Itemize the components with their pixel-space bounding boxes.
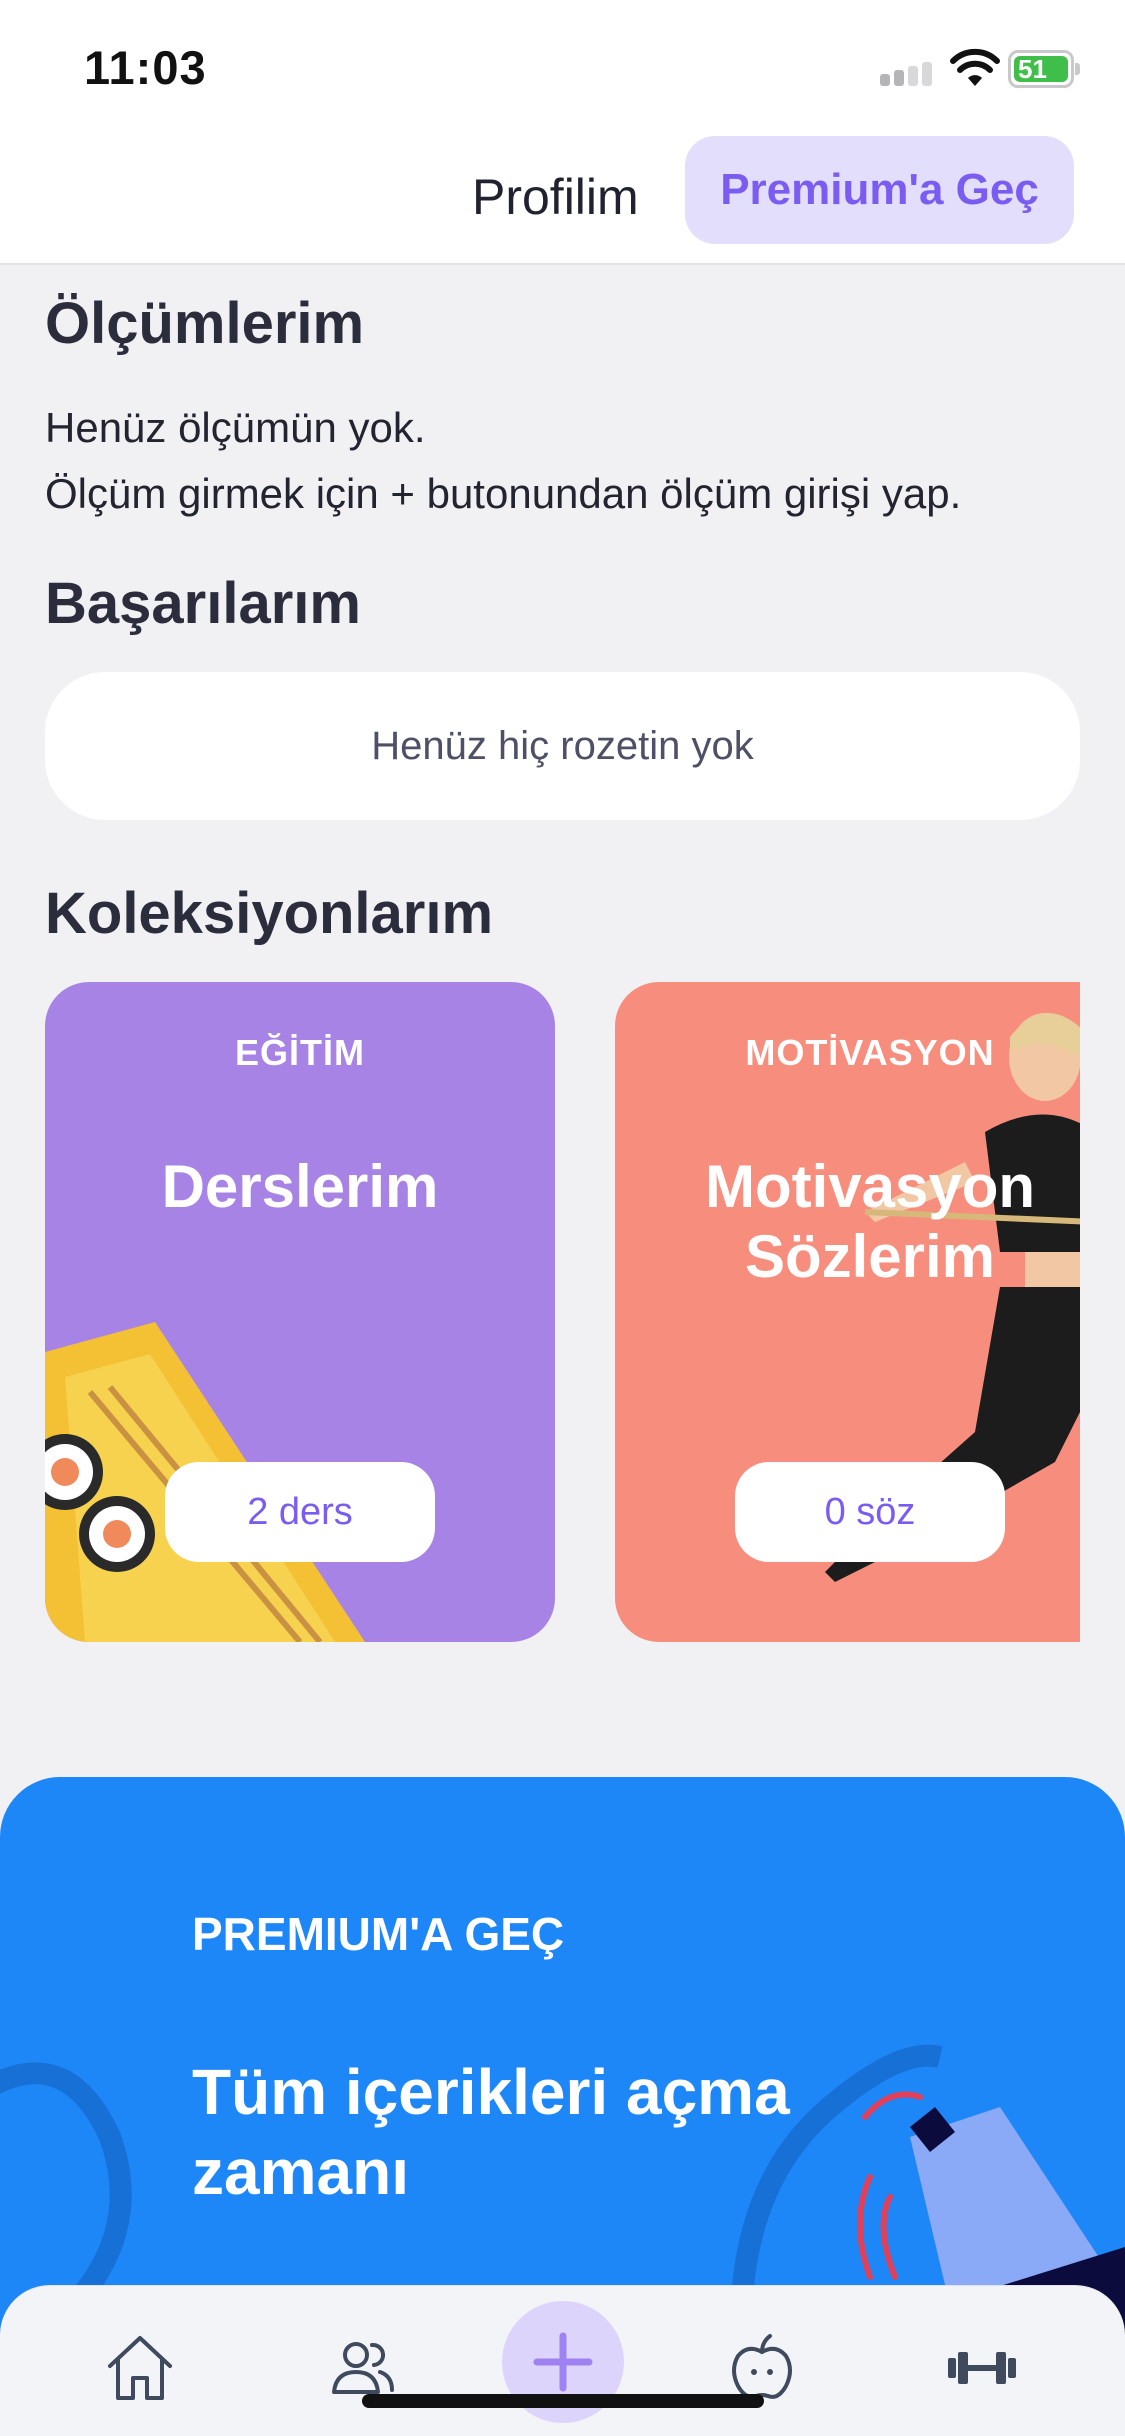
battery-level: 51 <box>1014 56 1068 82</box>
achievements-heading: Başarılarım <box>45 571 361 636</box>
collections-heading: Koleksiyonlarım <box>45 881 494 946</box>
measurements-line-1: Henüz ölçümün yok. <box>45 404 426 451</box>
collection-title: Motivasyon Sözlerim <box>704 1153 1036 1290</box>
collections-carousel[interactable]: EĞİTİM Derslerim 2 ders MOTİVASYON Motiv… <box>45 982 1080 1642</box>
collection-card-lessons[interactable]: EĞİTİM Derslerim 2 ders <box>45 982 555 1642</box>
top-bar: 11:03 51 Profilim Premium'a Geç <box>0 0 1125 265</box>
battery-icon: 51 <box>1008 50 1080 88</box>
dumbbell-icon[interactable] <box>942 2328 1022 2408</box>
collection-tag: EĞİTİM <box>235 1032 365 1073</box>
go-premium-button[interactable]: Premium'a Geç <box>685 136 1074 244</box>
collection-title: Derslerim <box>161 1153 439 1220</box>
badges-empty-card: Henüz hiç rozetin yok <box>45 672 1080 820</box>
wifi-icon <box>950 48 1000 86</box>
collection-tag: MOTİVASYON <box>745 1032 995 1073</box>
status-time: 11:03 <box>84 41 207 94</box>
bottom-tab-bar <box>0 2285 1125 2436</box>
home-indicator <box>362 2394 764 2408</box>
measurements-heading: Ölçümlerim <box>45 291 365 356</box>
collection-count-pill[interactable]: 2 ders <box>165 1462 435 1562</box>
collection-count-pill[interactable]: 0 söz <box>735 1462 1005 1562</box>
collection-card-quotes[interactable]: MOTİVASYON Motivasyon Sözlerim 0 söz <box>615 982 1080 1642</box>
home-icon[interactable] <box>100 2328 180 2408</box>
page-title: Profilim <box>472 169 639 225</box>
measurements-empty-text: Henüz ölçümün yok. Ölçüm girmek için + b… <box>45 395 961 527</box>
signal-icon <box>880 62 936 86</box>
promo-eyebrow: PREMIUM'A GEÇ <box>192 1908 565 1960</box>
profile-screen: 11:03 51 Profilim Premium'a Geç Ölçümler… <box>0 0 1125 2436</box>
promo-title: Tüm içerikleri açma zamanı <box>192 2056 790 2208</box>
measurements-line-2: Ölçüm girmek için + butonundan ölçüm gir… <box>45 470 962 517</box>
